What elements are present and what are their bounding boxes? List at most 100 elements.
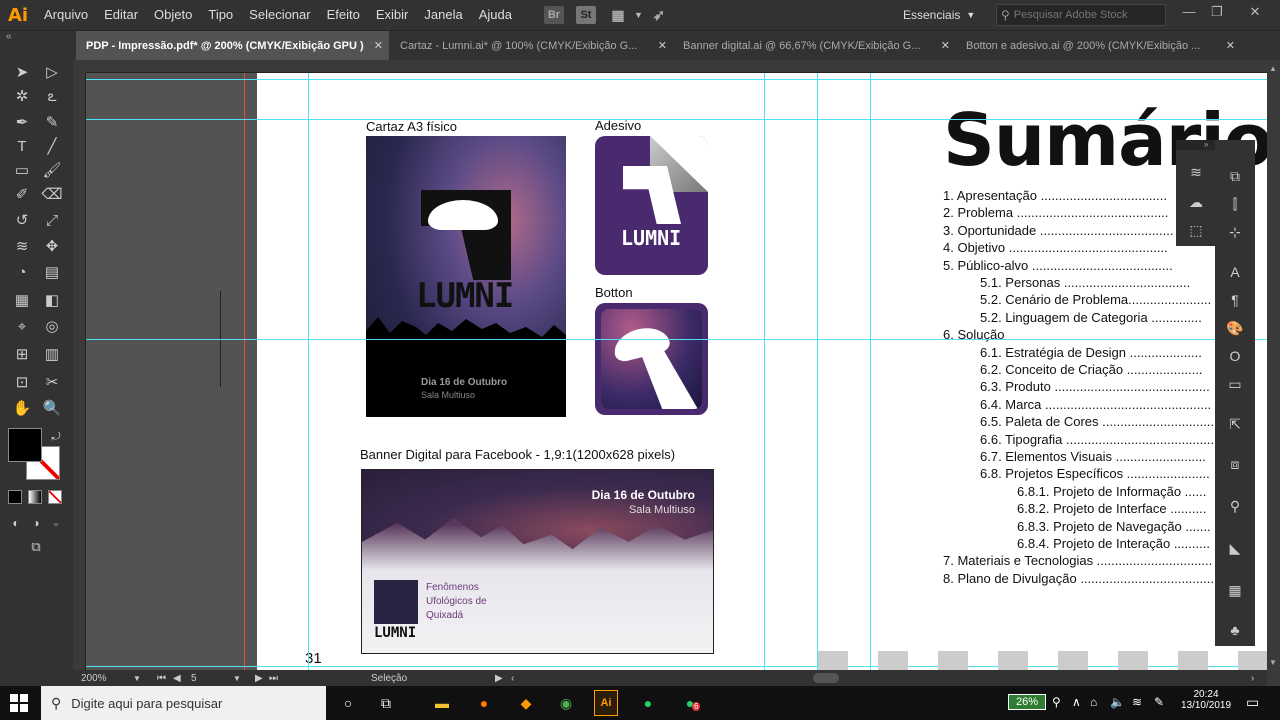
close-window-button[interactable]: ✕ — [1244, 4, 1266, 24]
guide-vertical[interactable] — [817, 73, 818, 670]
puppet-warp-icon[interactable]: ✥ — [40, 236, 64, 258]
pathfinder-icon[interactable]: ⧈ — [1225, 454, 1245, 474]
menu-arquivo[interactable]: Arquivo — [36, 0, 96, 30]
transparency-icon[interactable]: ◣ — [1225, 538, 1245, 558]
workspace-switcher[interactable]: Essenciais ▼ — [903, 5, 975, 25]
rotate-tool-icon[interactable]: ↺ — [10, 210, 34, 232]
shape-builder-icon[interactable]: ◔ — [10, 262, 34, 284]
chevron-down-icon[interactable]: ▼ — [634, 10, 643, 20]
gradient-icon[interactable]: ▭ — [1225, 374, 1245, 394]
layers-icon[interactable]: ≋ — [1186, 162, 1206, 182]
screen-mode-icon[interactable]: ⧉ — [24, 536, 48, 558]
status-menu-icon[interactable]: ▶ — [495, 673, 503, 684]
whatsapp-icon[interactable]: ● 6 — [678, 690, 702, 716]
perspective-grid-icon[interactable]: ▤ — [40, 262, 64, 284]
curvature-tool-icon[interactable]: ✎ — [40, 112, 64, 134]
puppet-icon[interactable]: ⚲ — [1225, 496, 1245, 516]
slice-tool-icon[interactable]: ✂ — [40, 372, 64, 394]
battery-indicator[interactable]: 26% — [1008, 694, 1046, 710]
symbols-icon[interactable]: ♣ — [1225, 620, 1245, 640]
blend-tool-icon[interactable]: ◎ — [40, 316, 64, 338]
cortana-icon[interactable]: ○ — [336, 690, 360, 716]
tab-banner-digital[interactable]: Banner digital.ai @ 66,67% (CMYK/Exibiçã… — [673, 31, 956, 61]
image-trace-icon[interactable]: ▦ — [1225, 580, 1245, 600]
zoom-tool-icon[interactable]: 🔍 — [40, 398, 64, 420]
eyedropper-icon[interactable]: ⌖ — [10, 316, 34, 338]
close-tab-icon[interactable]: ✕ — [1226, 31, 1235, 61]
task-view-icon[interactable]: ⧉ — [374, 690, 398, 716]
export-icon[interactable]: ⇱ — [1225, 414, 1245, 434]
artboard-number[interactable]: 5 — [191, 673, 197, 684]
tab-pdp-impressao[interactable]: PDP - Impressão.pdf* @ 200% (CMYK/Exibiç… — [76, 31, 389, 61]
python-icon[interactable]: ◆ — [514, 690, 538, 716]
tab-botton-adesivo[interactable]: Botton e adesivo.ai @ 200% (CMYK/Exibiçã… — [956, 31, 1241, 61]
clock[interactable]: 20:24 13/10/2019 — [1176, 689, 1236, 711]
symbol-sprayer-icon[interactable]: ⊞ — [10, 344, 34, 366]
stock-search-input[interactable] — [1013, 9, 1164, 21]
notifications-icon[interactable]: ▭ — [1246, 694, 1259, 711]
location-icon[interactable]: ⚲ — [1052, 695, 1061, 709]
file-explorer-icon[interactable]: ▬ — [430, 690, 454, 716]
gradient-tool-icon[interactable]: ◧ — [40, 290, 64, 312]
illustrator-taskbar-icon[interactable]: Ai — [594, 690, 618, 716]
shaper-tool-icon[interactable]: ✐ — [10, 184, 34, 206]
scroll-right-icon[interactable]: › — [1251, 673, 1254, 684]
pen-tool-icon[interactable]: ✒ — [10, 112, 34, 134]
chrome-icon[interactable]: ◉ — [554, 690, 578, 716]
artboards-icon[interactable]: ⧉ — [1225, 166, 1245, 186]
scroll-up-icon[interactable]: ▲ — [1269, 64, 1277, 73]
collapse-icon[interactable]: » — [1204, 140, 1208, 149]
menu-editar[interactable]: Editar — [96, 0, 146, 30]
close-tab-icon[interactable]: ✕ — [941, 31, 950, 61]
guide-vertical[interactable] — [308, 73, 309, 670]
collapse-panels-icon[interactable]: « — [6, 31, 12, 42]
zoom-level[interactable]: 200% — [81, 673, 107, 684]
menu-selecionar[interactable]: Selecionar — [241, 0, 318, 30]
lasso-icon[interactable]: ఽ — [40, 86, 64, 108]
wifi-icon[interactable]: ≋ — [1132, 695, 1142, 709]
banner-facebook[interactable]: Dia 16 de Outubro Sala Multiuso LUMNI Fe… — [361, 469, 714, 654]
hand-tool-icon[interactable]: ✋ — [10, 398, 34, 420]
width-tool-icon[interactable]: ≋ — [10, 236, 34, 258]
vertical-ruler[interactable] — [73, 73, 86, 670]
spotify-icon[interactable]: ● — [636, 690, 660, 716]
stock-search[interactable]: ⚲ — [996, 4, 1166, 26]
menu-ajuda[interactable]: Ajuda — [471, 0, 520, 30]
opentype-icon[interactable]: O — [1225, 346, 1245, 366]
horizontal-ruler[interactable] — [86, 60, 1267, 73]
windows-start-icon[interactable] — [10, 694, 28, 712]
windows-search-placeholder[interactable]: Digite aqui para pesquisar — [71, 696, 222, 711]
type-tool-icon[interactable]: T — [10, 136, 34, 158]
menu-exibir[interactable]: Exibir — [368, 0, 417, 30]
chevron-down-icon[interactable]: ▼ — [133, 674, 141, 683]
botton-button[interactable] — [595, 303, 708, 415]
gradient-mode-button[interactable] — [28, 490, 42, 504]
graph-tool-icon[interactable]: ▥ — [40, 344, 64, 366]
horizontal-scroll-thumb[interactable] — [813, 673, 839, 683]
scroll-left-icon[interactable]: ‹ — [511, 673, 514, 684]
align-icon[interactable]: ⫿ — [1225, 194, 1245, 214]
cartaz-poster[interactable]: LUMNI Dia 16 de Outubro Sala Multiuso — [366, 136, 566, 417]
selection-tool-icon[interactable]: ➤ — [10, 62, 34, 84]
transform-icon[interactable]: ⊹ — [1225, 222, 1245, 242]
artboard-tool-icon[interactable]: ⊡ — [10, 372, 34, 394]
menu-tipo[interactable]: Tipo — [200, 0, 241, 30]
magic-wand-icon[interactable]: ✲ — [10, 86, 34, 108]
direct-selection-tool-icon[interactable]: ▷ — [40, 62, 64, 84]
paragraph-icon[interactable]: ¶ — [1225, 290, 1245, 310]
paintbrush-icon[interactable]: 🖌 — [40, 160, 64, 182]
prev-artboard-icon[interactable]: ◀ — [173, 673, 181, 684]
guide-horizontal[interactable] — [86, 339, 1267, 340]
eraser-icon[interactable]: ⌫ — [40, 184, 64, 206]
gpu-performance-icon[interactable]: ➶ — [649, 6, 669, 24]
guide-vertical[interactable] — [764, 73, 765, 670]
last-artboard-icon[interactable]: ⏭ — [269, 673, 278, 684]
volume-icon[interactable]: 🔈 — [1110, 695, 1125, 709]
swap-colors-icon[interactable]: ⤾ — [44, 426, 68, 448]
ruler-origin[interactable] — [73, 60, 86, 73]
menu-efeito[interactable]: Efeito — [319, 0, 368, 30]
network-icon[interactable]: ⌂ — [1090, 695, 1097, 709]
chevron-down-icon[interactable]: ▼ — [233, 674, 241, 683]
scale-tool-icon[interactable]: ⤢ — [40, 210, 64, 232]
next-artboard-icon[interactable]: ▶ — [255, 673, 263, 684]
